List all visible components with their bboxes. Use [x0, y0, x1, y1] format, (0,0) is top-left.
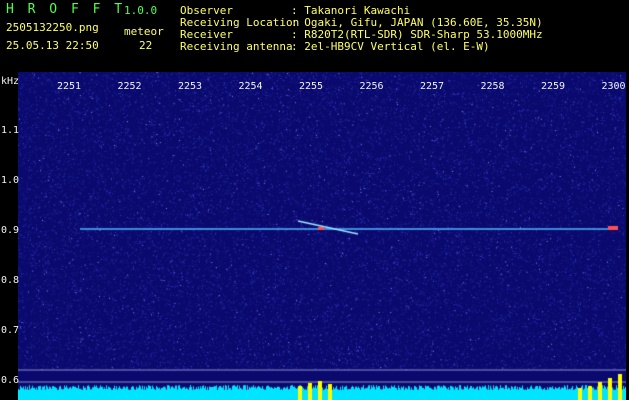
axis-unit-label: kHz [1, 76, 20, 87]
time-tick-2258: 2258 [480, 81, 505, 92]
header-panel: H R O F F T 1.0.0 2505132250.png meteor … [0, 0, 629, 72]
freq-tick-1-0: 1.0 [1, 175, 20, 186]
date-time: 25.05.13 22:50 [6, 39, 99, 52]
frequency-axis: kHz 1.1 1.0 0.9 0.8 0.7 0.6 [0, 72, 20, 400]
time-tick-2300: 2300 [601, 81, 626, 92]
meteor-count: 22 [139, 39, 153, 52]
time-tick-2254: 2254 [238, 81, 263, 92]
time-tick-2256: 2256 [359, 81, 384, 92]
meteor-label: meteor [124, 25, 164, 38]
time-tick-2253: 2253 [178, 81, 203, 92]
freq-tick-1-1: 1.1 [1, 125, 20, 136]
time-tick-2257: 2257 [420, 81, 445, 92]
time-tick-2252: 2252 [117, 81, 142, 92]
freq-tick-0-6: 0.6 [1, 375, 20, 386]
app-name: H R O F F T [6, 2, 126, 17]
time-tick-2259: 2259 [541, 81, 566, 92]
antenna-value: : 2el-HB9CV Vertical (el. E-W) [291, 40, 490, 53]
time-tick-2251: 2251 [57, 81, 82, 92]
app-version: 1.0.0 [124, 4, 158, 17]
freq-tick-0-9: 0.9 [1, 225, 20, 236]
freq-tick-0-7: 0.7 [1, 325, 20, 336]
freq-tick-0-8: 0.8 [1, 275, 20, 286]
spectrogram-canvas [18, 72, 626, 400]
time-tick-2255: 2255 [299, 81, 324, 92]
file-name: 2505132250.png [6, 21, 99, 34]
antenna-label: Receiving antenna [180, 40, 293, 53]
